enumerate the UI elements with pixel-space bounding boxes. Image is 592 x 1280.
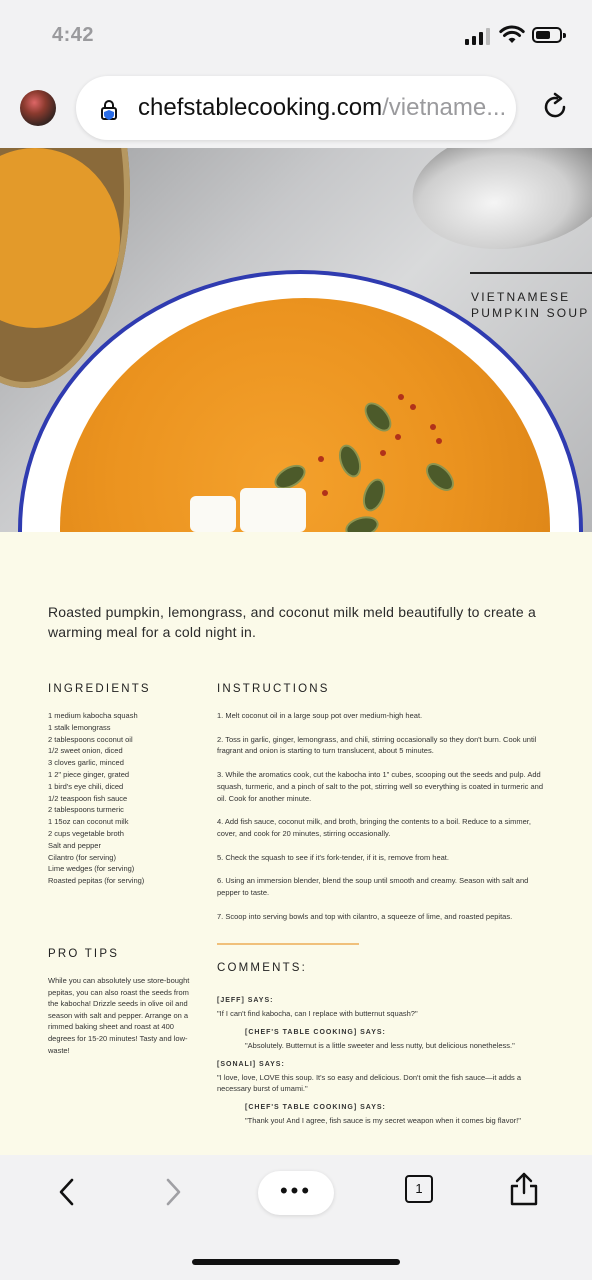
recipe-title: VIETNAMESE PUMPKIN SOUP (471, 290, 590, 320)
comment-text: "Thank you! And I agree, fish sauce is m… (245, 1116, 521, 1125)
comment-text: "Absolutely. Butternut is a little sweet… (245, 1041, 515, 1050)
tabs-button[interactable]: 1 (405, 1175, 433, 1203)
comment-author: [CHEF'S TABLE COOKING] SAYS: (245, 1029, 386, 1036)
status-time: 4:42 (52, 24, 95, 46)
browser-address-bar: chefstablecooking.com/vietname... (0, 72, 592, 148)
menu-button[interactable]: ••• (258, 1171, 334, 1215)
spoon (404, 148, 592, 262)
browser-toolbar: ••• 1 (0, 1155, 592, 1280)
comment: [JEFF] SAYS: "If I can't find kabocha, ca… (217, 995, 547, 1019)
url-domain: chefstablecooking.com (138, 94, 383, 121)
comment-text: "If I can't find kabocha, can I replace … (217, 1009, 418, 1018)
share-icon[interactable] (508, 1171, 540, 1207)
ingredient-item: 1 medium kabocha squash (48, 711, 138, 720)
instructions-heading: INSTRUCTIONS (217, 683, 330, 695)
instruction-step: 1. Melt coconut oil in a large soup pot … (217, 711, 423, 720)
ingredient-item: 2 cups vegetable broth (48, 828, 124, 838)
comment: [CHEF'S TABLE COOKING] SAYS: "Thank you! … (217, 1102, 547, 1126)
url-field[interactable]: chefstablecooking.com/vietname... (76, 76, 516, 140)
hero-image: VIETNAMESE PUMPKIN SOUP (0, 148, 592, 532)
comments-heading: COMMENTS: (217, 962, 308, 974)
cellular-signal-icon (465, 28, 491, 45)
ingredient-item: Cilantro (for serving) (48, 852, 116, 862)
forward-icon[interactable] (162, 1177, 184, 1207)
battery-icon (532, 27, 566, 43)
reload-icon[interactable] (540, 92, 570, 122)
ingredient-item: 2 tablespoons turmeric (48, 805, 124, 815)
comment-author: [JEFF] SAYS: (217, 997, 274, 1004)
pro-tips-heading: PRO TIPS (48, 948, 120, 960)
comment-author: [SONALI] SAYS: (217, 1061, 285, 1068)
lock-icon (101, 100, 117, 120)
comment: [CHEF'S TABLE COOKING] SAYS: "Absolutely.… (217, 1027, 547, 1051)
instruction-step: 2. Toss in garlic, ginger, lemongrass, a… (217, 734, 537, 756)
url-path: /vietname... (382, 94, 507, 121)
instruction-step: 4. Add fish sauce, coconut milk, and bro… (217, 817, 531, 838)
instruction-step: 5. Check the squash to see if it's fork-… (217, 852, 449, 862)
instruction-step: 3. While the aromatics cook, cut the kab… (217, 770, 543, 803)
ingredient-item: Lime wedges (for serving) (48, 864, 135, 874)
ingredient-item: 1 15oz can coconut milk (48, 817, 129, 827)
comment-author: [CHEF'S TABLE COOKING] SAYS: (245, 1104, 386, 1111)
comments-list: [JEFF] SAYS: "If I can't find kabocha, ca… (217, 987, 547, 1126)
wifi-icon (499, 25, 525, 43)
instruction-step: 6. Using an immersion blender, blend the… (217, 876, 529, 898)
status-bar: 4:42 (0, 0, 592, 72)
ingredient-item: 1/2 sweet onion, diced (48, 746, 123, 756)
instruction-step: 7. Scoop into serving bowls and top with… (217, 911, 513, 921)
ingredient-item: 1/2 teaspoon fish sauce (48, 793, 128, 803)
comment: [SONALI] SAYS: "I love, love, LOVE this s… (217, 1059, 547, 1094)
ingredient-item: 1 bird's eye chili, diced (48, 781, 124, 791)
pro-tips-text: While you can absolutely use store-bough… (48, 976, 190, 1055)
back-icon[interactable] (56, 1177, 78, 1207)
ingredients-list: 1 medium kabocha squash 1 stalk lemongras… (48, 710, 144, 887)
section-divider (217, 943, 359, 945)
ingredient-item: 2 tablespoons coconut oil (48, 734, 133, 744)
ingredients-heading: INGREDIENTS (48, 683, 151, 695)
ingredient-item: 3 cloves garlic, minced (48, 758, 124, 768)
home-indicator[interactable] (192, 1259, 400, 1265)
ingredient-item: Roasted pepitas (for serving) (48, 876, 145, 886)
comment-text: "I love, love, LOVE this soup. It's so e… (217, 1073, 522, 1093)
recipe-intro: Roasted pumpkin, lemongrass, and coconut… (48, 604, 536, 640)
profile-avatar[interactable] (20, 90, 56, 126)
ingredient-item: 1 stalk lemongrass (48, 722, 111, 732)
recipe-content: Roasted pumpkin, lemongrass, and coconut… (0, 532, 592, 1155)
url-text: chefstablecooking.com/vietname... (138, 94, 508, 122)
ingredient-item: 1 2" piece ginger, grated (48, 769, 130, 779)
ingredient-item: Salt and pepper (48, 840, 101, 850)
instructions-list: 1. Melt coconut oil in a large soup pot … (217, 710, 547, 934)
title-rule (470, 272, 592, 274)
